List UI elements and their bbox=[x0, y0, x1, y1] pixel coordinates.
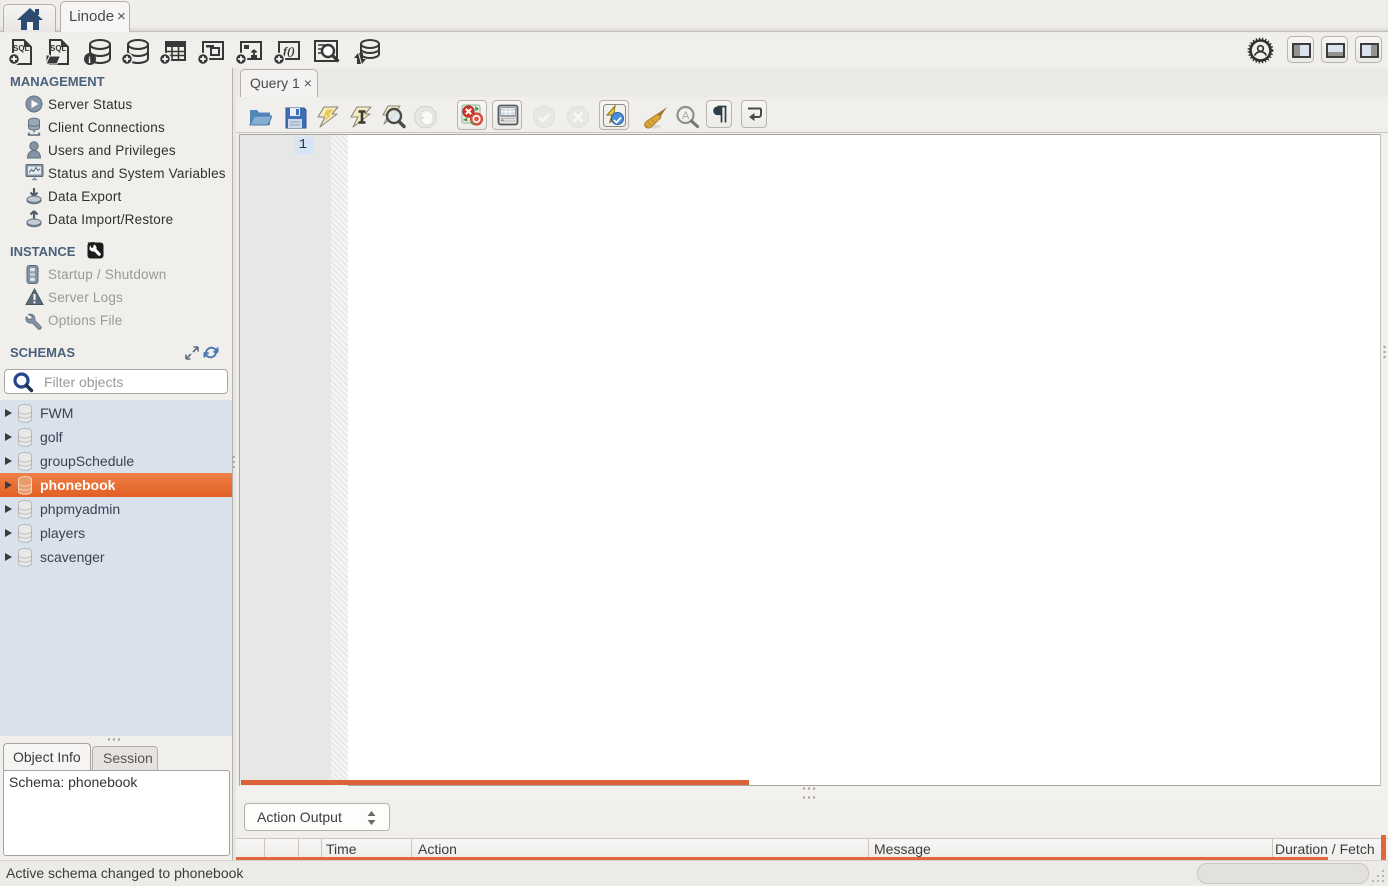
svg-text:SQL: SQL bbox=[13, 44, 30, 53]
svg-text:A: A bbox=[682, 110, 690, 122]
svg-text:SQL: SQL bbox=[50, 44, 67, 53]
svg-text:f(): f() bbox=[283, 44, 295, 58]
